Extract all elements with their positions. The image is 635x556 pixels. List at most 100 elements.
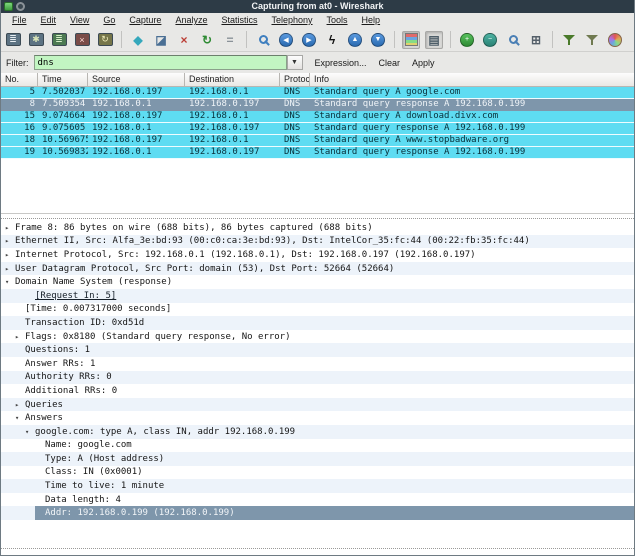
go-to-packet-button[interactable]: ϟ [323, 31, 341, 49]
start-capture-button[interactable]: ≣ [50, 31, 68, 49]
list-interfaces-button[interactable]: ≣ [4, 31, 22, 49]
column-header-time[interactable]: Time [38, 73, 88, 87]
detail-row[interactable]: Class: IN (0x0001) [1, 466, 634, 480]
packet-row-15[interactable]: 159.074664192.168.0.197192.168.0.1DNSSta… [1, 111, 634, 123]
coloring-rules-button[interactable] [606, 31, 624, 49]
detail-text: Flags: 0x8180 (Standard query response, … [25, 332, 291, 342]
zoom-100-button[interactable] [504, 31, 522, 49]
reload-file-button[interactable]: ↻ [198, 31, 216, 49]
detail-row[interactable]: ▸Ethernet II, Src: Alfa_3e:bd:93 (00:c0:… [1, 235, 634, 249]
packet-row-5[interactable]: 57.502037192.168.0.197192.168.0.1DNSStan… [1, 87, 634, 99]
colorize-list-button[interactable] [402, 31, 420, 49]
find-packet-button[interactable] [254, 31, 272, 49]
detail-row[interactable]: [Request In: 5] [1, 289, 634, 303]
filter-dropdown-button[interactable]: ▼ [287, 55, 303, 70]
resize-columns-button[interactable]: ⊞ [527, 31, 545, 49]
packet-cell-no: 18 [1, 135, 38, 146]
restart-capture-button[interactable]: ↻ [96, 31, 114, 49]
detail-row[interactable]: ▸User Datagram Protocol, Src Port: domai… [1, 262, 634, 276]
column-header-source[interactable]: Source [88, 73, 185, 87]
reload-file-icon: ↻ [202, 31, 212, 49]
expander-collapsed-icon[interactable]: ▸ [15, 401, 25, 409]
detail-row[interactable]: Time to live: 1 minute [1, 479, 634, 493]
expander-collapsed-icon[interactable]: ▸ [5, 224, 15, 232]
menu-edit[interactable]: Edit [34, 13, 64, 28]
packet-row-8[interactable]: 87.509354192.168.0.1192.168.0.197DNSStan… [1, 99, 634, 111]
expander-collapsed-icon[interactable]: ▸ [5, 251, 15, 259]
column-header-protocol[interactable]: Protocol [280, 73, 310, 87]
detail-row[interactable]: Data length: 4 [1, 493, 634, 507]
expander-expanded-icon[interactable]: ▾ [25, 428, 35, 436]
save-file-button[interactable]: ◪ [152, 31, 170, 49]
detail-row[interactable]: ▸Queries [1, 398, 634, 412]
menu-view[interactable]: View [63, 13, 96, 28]
expression-button[interactable]: Expression... [315, 58, 367, 68]
detail-row-content: ▸Frame 8: 86 bytes on wire (688 bits), 8… [5, 221, 373, 235]
zoom-100-icon [509, 35, 518, 44]
menu-go[interactable]: Go [96, 13, 122, 28]
apply-button[interactable]: Apply [412, 58, 435, 68]
expander-expanded-icon[interactable]: ▾ [15, 414, 25, 422]
expander-collapsed-icon[interactable]: ▸ [5, 237, 15, 245]
detail-row[interactable]: ▾Answers [1, 411, 634, 425]
packet-cell-source: 192.168.0.1 [88, 147, 185, 158]
stop-capture-button[interactable]: × [73, 31, 91, 49]
capture-filters-button[interactable] [560, 31, 578, 49]
expander-collapsed-icon[interactable]: ▸ [15, 333, 25, 341]
detail-row[interactable]: Transaction ID: 0xd51d [1, 316, 634, 330]
packet-cell-source: 192.168.0.1 [88, 99, 185, 110]
menu-telephony[interactable]: Telephony [264, 13, 319, 28]
detail-row-content: ▾Answers [15, 411, 63, 425]
menu-help[interactable]: Help [355, 13, 388, 28]
detail-row[interactable]: Addr: 192.168.0.199 (192.168.0.199) [1, 506, 634, 520]
detail-row[interactable]: Name: google.com [1, 439, 634, 453]
filter-label: Filter: [6, 58, 29, 68]
packet-row-16[interactable]: 169.075605192.168.0.1192.168.0.197DNSSta… [1, 123, 634, 135]
expander-collapsed-icon[interactable]: ▸ [5, 265, 15, 273]
detail-row[interactable]: [Time: 0.007317000 seconds] [1, 303, 634, 317]
detail-row[interactable]: Authority RRs: 0 [1, 371, 634, 385]
detail-row-content: ▸User Datagram Protocol, Src Port: domai… [5, 262, 394, 276]
zoom-out-button[interactable]: − [481, 31, 499, 49]
detail-row[interactable]: Additional RRs: 0 [1, 384, 634, 398]
go-forward-button[interactable]: ▶ [300, 31, 318, 49]
detail-row[interactable]: Questions: 1 [1, 343, 634, 357]
close-file-button[interactable]: × [175, 31, 193, 49]
auto-scroll-button[interactable]: ▤ [425, 31, 443, 49]
open-file-button[interactable]: ◆ [129, 31, 147, 49]
clear-button[interactable]: Clear [379, 58, 401, 68]
expander-expanded-icon[interactable]: ▾ [5, 278, 15, 286]
packet-row-19[interactable]: 1910.569832192.168.0.1192.168.0.197DNSSt… [1, 147, 634, 159]
detail-row[interactable]: ▸Frame 8: 86 bytes on wire (688 bits), 8… [1, 221, 634, 235]
column-header-info[interactable]: Info [310, 73, 634, 87]
detail-text: Frame 8: 86 bytes on wire (688 bits), 86… [15, 223, 373, 233]
go-back-button[interactable]: ◀ [277, 31, 295, 49]
packet-row-18[interactable]: 1810.569675192.168.0.197192.168.0.1DNSSt… [1, 135, 634, 147]
go-last-button[interactable]: ▼ [369, 31, 387, 49]
display-filters-button[interactable] [583, 31, 601, 49]
capture-options-button[interactable]: ✱ [27, 31, 45, 49]
print-button[interactable]: = [221, 31, 239, 49]
detail-row[interactable]: Answer RRs: 1 [1, 357, 634, 371]
menu-statistics[interactable]: Statistics [214, 13, 264, 28]
details-bytes-splitter[interactable] [1, 549, 634, 555]
menu-tools[interactable]: Tools [320, 13, 355, 28]
column-header-destination[interactable]: Destination [185, 73, 280, 87]
detail-row[interactable]: Type: A (Host address) [1, 452, 634, 466]
packet-cell-protocol: DNS [280, 123, 310, 134]
filter-input[interactable] [34, 55, 287, 70]
toolbar-separator [552, 31, 553, 48]
detail-text: Data length: 4 [45, 495, 121, 505]
detail-row[interactable]: ▾Domain Name System (response) [1, 275, 634, 289]
go-first-button[interactable]: ▲ [346, 31, 364, 49]
detail-row[interactable]: ▸Flags: 0x8180 (Standard query response,… [1, 330, 634, 344]
detail-row[interactable]: ▾google.com: type A, class IN, addr 192.… [1, 425, 634, 439]
detail-row[interactable]: ▸Internet Protocol, Src: 192.168.0.1 (19… [1, 248, 634, 262]
column-header-no[interactable]: No. [1, 73, 38, 87]
detail-row-content: Questions: 1 [15, 343, 90, 357]
menu-analyze[interactable]: Analyze [168, 13, 214, 28]
zoom-in-button[interactable]: + [458, 31, 476, 49]
detail-row-content: ▾google.com: type A, class IN, addr 192.… [25, 425, 295, 439]
menu-file[interactable]: File [5, 13, 34, 28]
menu-capture[interactable]: Capture [122, 13, 168, 28]
